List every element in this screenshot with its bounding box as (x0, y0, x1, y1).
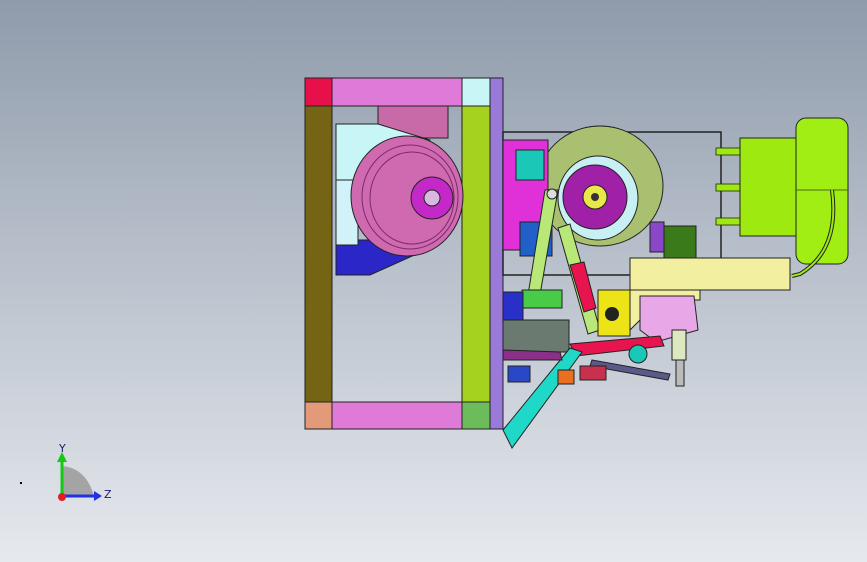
y-axis-label: Y (58, 442, 66, 455)
motor-assembly[interactable] (715, 117, 849, 278)
frame-bottom-left-corner[interactable] (304, 401, 333, 430)
triad-plane-icon (62, 466, 94, 496)
discharge-chute[interactable] (502, 347, 583, 449)
pulley-assembly[interactable] (335, 105, 464, 276)
motor-flange[interactable] (739, 137, 799, 237)
cad-viewport[interactable] (0, 0, 867, 562)
linkage-red[interactable] (569, 261, 597, 313)
frame-bottom-right-corner[interactable] (461, 401, 491, 430)
frame-left-post[interactable] (304, 104, 333, 403)
chute-lip[interactable] (502, 349, 563, 361)
lower-arm-red[interactable] (569, 335, 665, 357)
yellow-housing-bore (605, 307, 619, 321)
clamp-stem[interactable] (671, 329, 687, 361)
motor-body[interactable] (795, 117, 849, 265)
lower-arm-hub[interactable] (628, 344, 648, 364)
lower-blue-part[interactable] (507, 365, 531, 383)
main-bracket[interactable] (629, 257, 791, 291)
blue-block[interactable] (502, 291, 524, 321)
z-axis-arrow-icon (94, 491, 102, 501)
clamp-tip[interactable] (675, 359, 685, 387)
motor-tie-rod-3 (715, 217, 743, 226)
pivot-top[interactable] (546, 188, 558, 200)
lower-red-part[interactable] (579, 365, 607, 381)
lower-orange-part[interactable] (557, 369, 575, 385)
motor-tie-rod-1 (715, 147, 743, 156)
small-purple-part[interactable] (649, 221, 665, 253)
gear-motor[interactable] (663, 225, 697, 261)
frame-bottom-rail[interactable] (331, 401, 463, 430)
coordinate-triad[interactable]: Y Z (44, 440, 124, 510)
frame-top-rail[interactable] (331, 77, 463, 107)
frame-right-post[interactable] (461, 105, 491, 403)
frame-side-plate[interactable] (489, 77, 504, 430)
pink-clamp[interactable] (639, 295, 699, 343)
valve-block[interactable] (502, 319, 570, 353)
frame-top-left-corner[interactable] (304, 77, 333, 107)
motor-tie-rod-2 (715, 183, 743, 192)
teal-block[interactable] (515, 149, 545, 181)
frame-top-right-corner[interactable] (461, 77, 491, 107)
z-axis-label: Z (104, 488, 112, 501)
green-cylinder[interactable] (521, 289, 563, 309)
origin-icon (58, 493, 66, 501)
drum-bore (591, 193, 599, 201)
cursor-dot (20, 482, 22, 484)
pulley-bore[interactable] (423, 189, 441, 207)
